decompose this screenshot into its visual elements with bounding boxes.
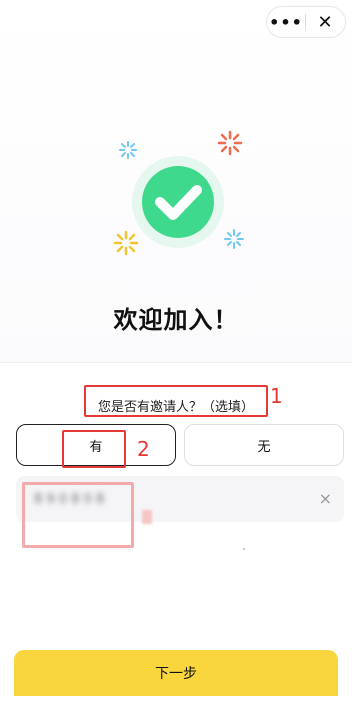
next-step-button[interactable]: 下一步 <box>14 650 338 696</box>
sparkle-blue-top-icon <box>119 141 137 159</box>
welcome-title: 欢迎加入！ <box>113 306 239 334</box>
check-circle <box>142 166 214 238</box>
more-menu-button[interactable]: ••• <box>267 7 305 37</box>
option-no-label: 无 <box>257 439 271 455</box>
next-step-label: 下一步 <box>155 666 197 682</box>
close-button[interactable]: ✕ <box>306 7 344 37</box>
annotation-box-2 <box>62 430 126 468</box>
success-illustration <box>113 130 244 256</box>
decorative-dot <box>243 548 245 550</box>
clear-input-icon[interactable]: × <box>319 489 332 508</box>
annotation-label-1: 1 <box>270 384 283 408</box>
sparkle-red-icon <box>217 130 243 156</box>
annotation-box-1 <box>84 385 268 417</box>
section-divider <box>0 362 352 363</box>
annotation-label-2: 2 <box>137 437 150 461</box>
option-no-button[interactable]: 无 <box>184 424 344 466</box>
mini-program-capsule: ••• ✕ <box>266 6 346 38</box>
sparkle-yellow-icon <box>113 230 139 256</box>
redaction-mark <box>142 510 152 524</box>
sparkle-blue-bottom-icon <box>224 229 244 249</box>
redaction-box <box>22 482 134 548</box>
